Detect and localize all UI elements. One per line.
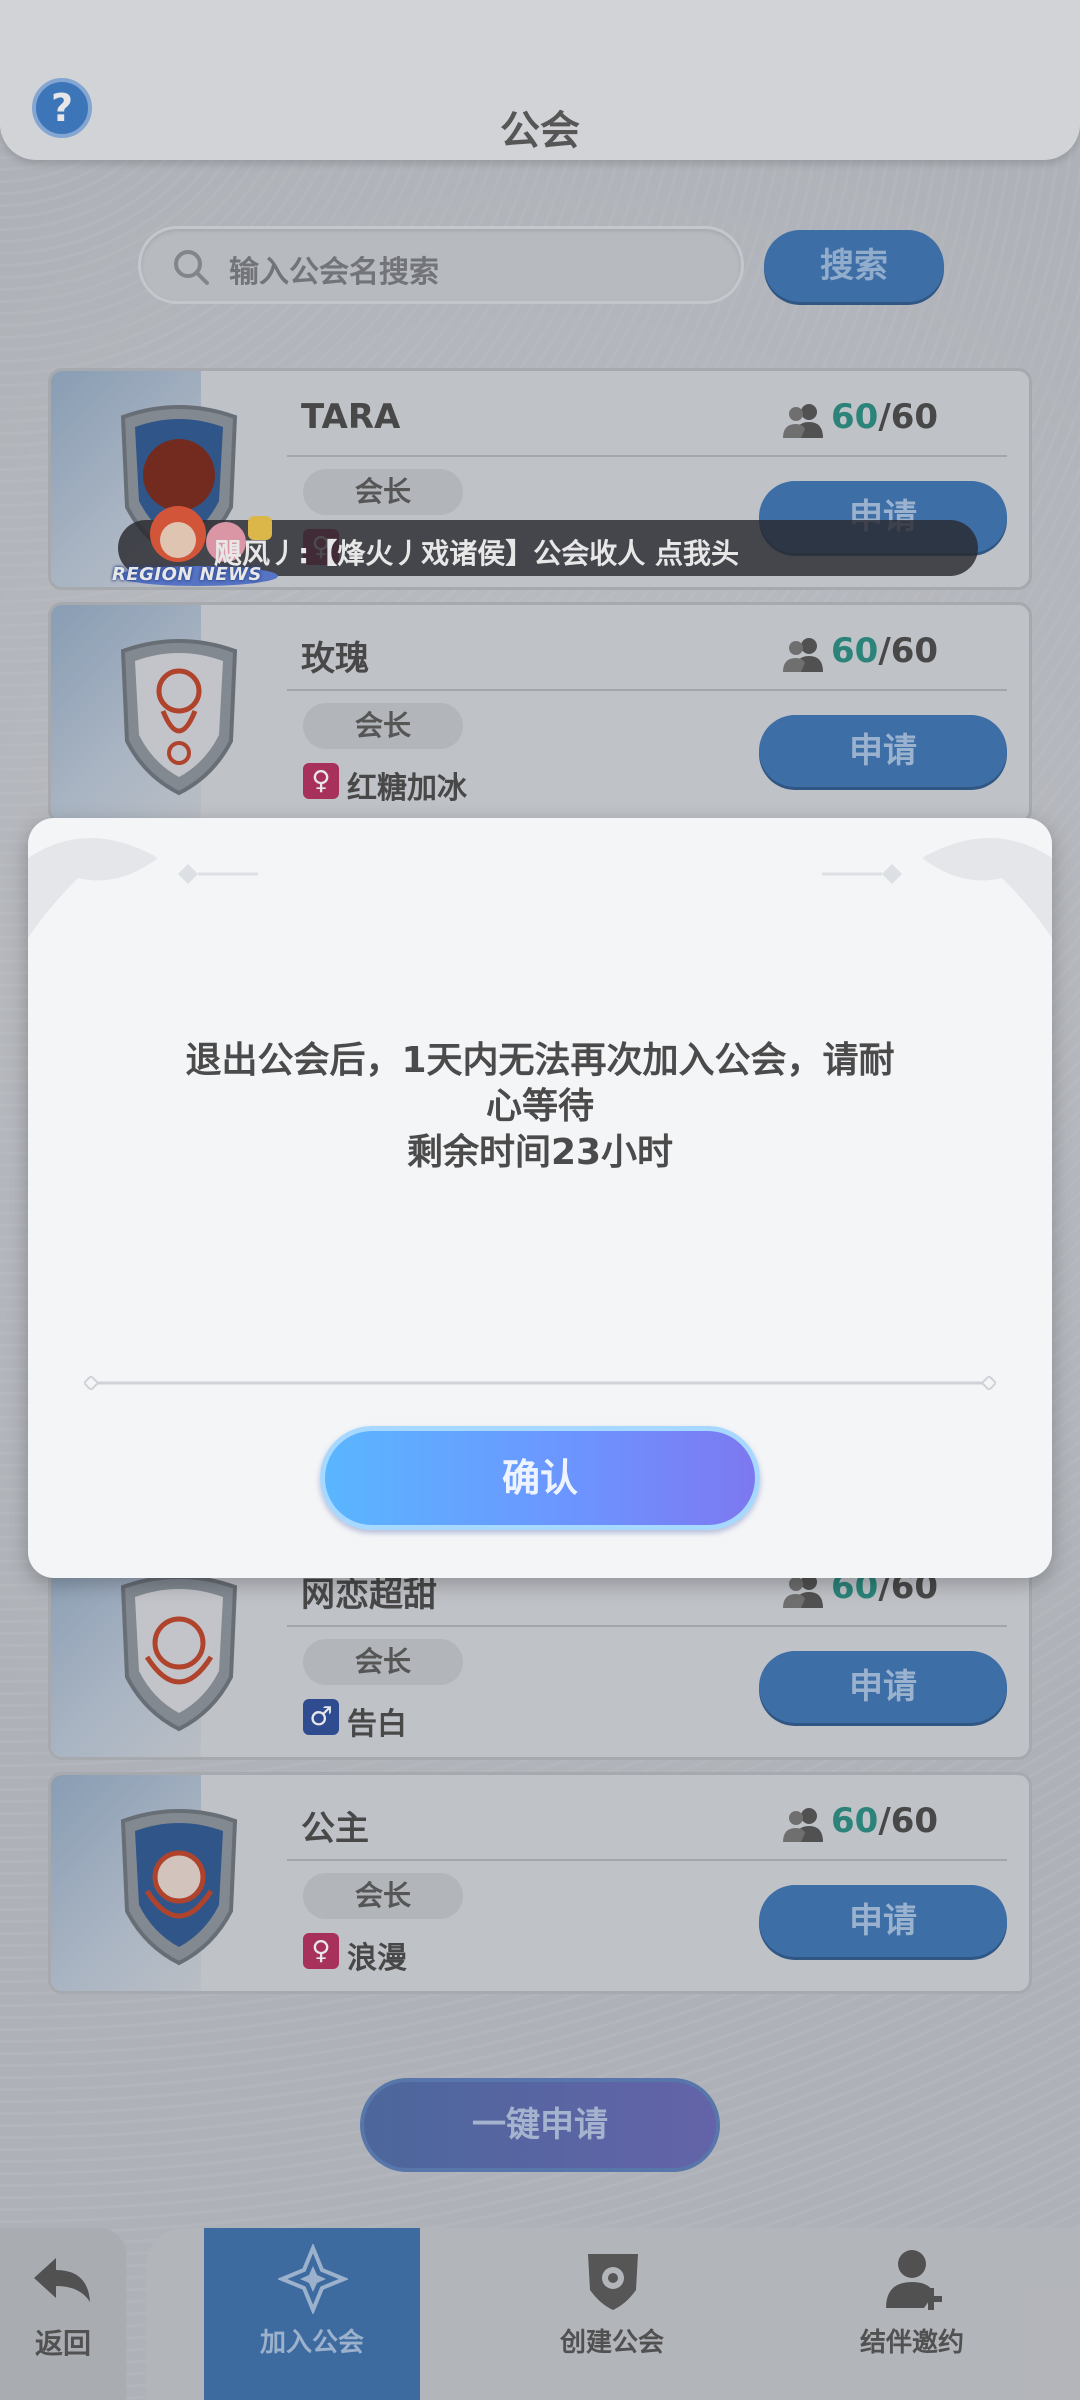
dialog-ornament: [28, 838, 1052, 938]
remaining-time: 剩余时间23小时: [406, 1132, 674, 1173]
dialog-divider: [84, 1376, 996, 1390]
confirm-button[interactable]: 确认: [320, 1426, 760, 1530]
dialog-message-line: 心等待: [485, 1086, 594, 1127]
notice-dialog: 退出公会后，1天内无法再次加入公会，请耐 心等待 剩余时间23小时 确认: [28, 818, 1052, 1578]
dialog-message-line: 退出公会后，1天内无法再次加入公会，请耐: [185, 1040, 895, 1081]
dialog-message: 退出公会后，1天内无法再次加入公会，请耐 心等待 剩余时间23小时: [128, 1038, 952, 1176]
